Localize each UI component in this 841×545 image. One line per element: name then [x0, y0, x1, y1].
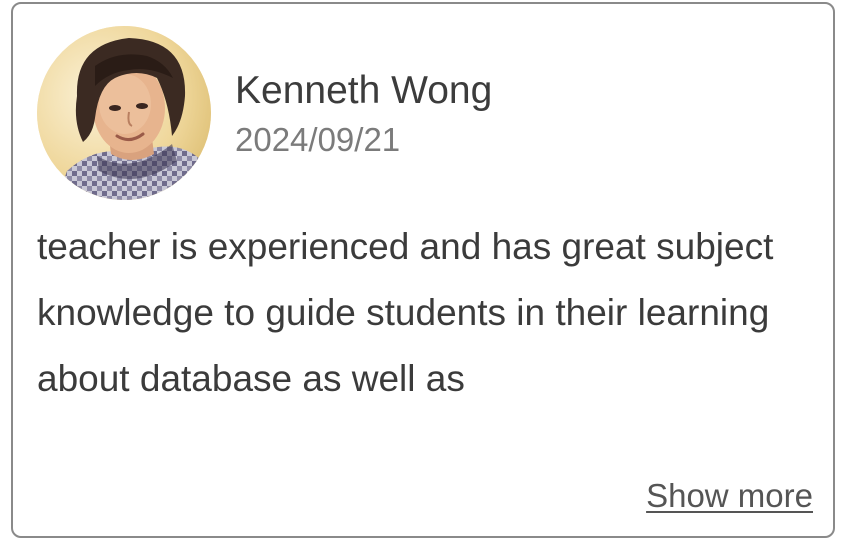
show-more-link[interactable]: Show more	[646, 476, 813, 516]
avatar	[37, 26, 211, 200]
review-text: teacher is experienced and has great sub…	[37, 226, 774, 399]
review-card: Kenneth Wong 2024/09/21 teacher is exper…	[11, 2, 835, 538]
avatar-photo-icon	[37, 26, 211, 200]
author-name: Kenneth Wong	[235, 69, 493, 112]
review-date: 2024/09/21	[235, 121, 401, 158]
